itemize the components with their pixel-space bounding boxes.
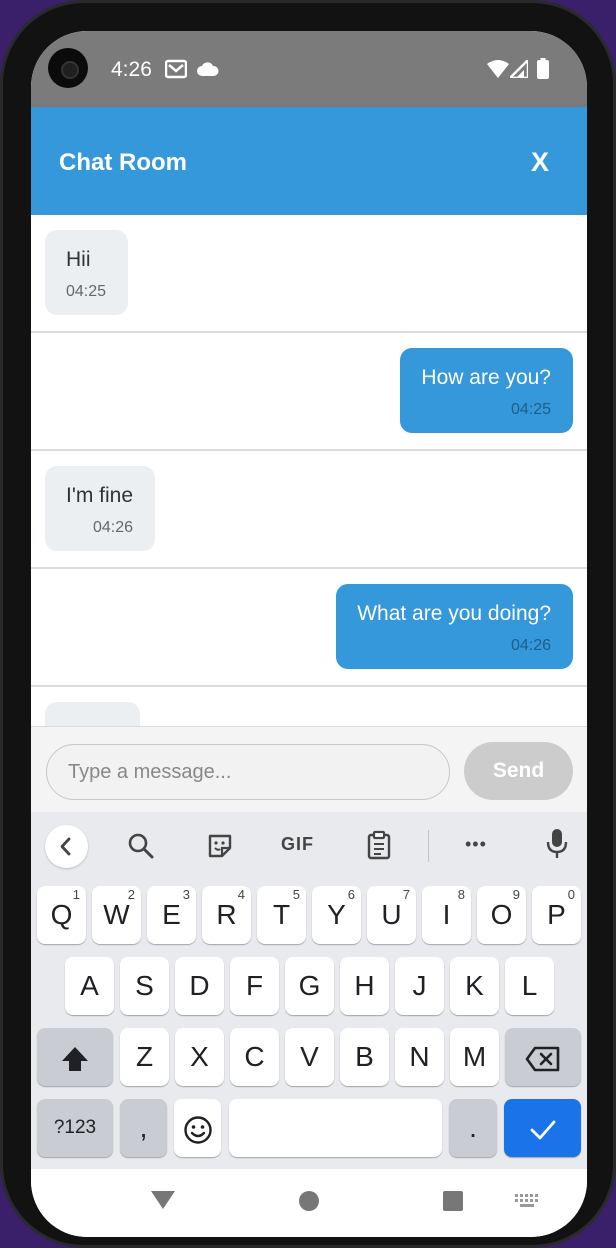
incoming-message-bubble[interactable]: I'm fine 04:26	[45, 466, 156, 551]
key-j[interactable]: J	[395, 957, 444, 1015]
gif-icon[interactable]: GIF	[281, 834, 314, 855]
message-row: I'm fine 04:26	[31, 451, 587, 569]
key-u[interactable]: U7	[367, 886, 416, 944]
message-time: 04:25	[510, 401, 551, 418]
more-icon[interactable]: •••	[465, 834, 487, 855]
app-header: Chat Room X	[31, 107, 587, 215]
keyboard-toolbar: GIF •••	[31, 812, 587, 880]
incoming-message-bubble[interactable]: Hii 04:25	[45, 230, 129, 315]
outgoing-message-bubble[interactable]: What are you doing? 04:26	[336, 584, 573, 669]
signal-icon	[506, 56, 530, 83]
message-input-bar: Send	[31, 726, 587, 812]
screen: 4:26 Chat Room X Hii 04:25 How are you? …	[31, 31, 587, 1237]
symbols-key[interactable]: ?123	[37, 1099, 113, 1157]
recents-square-icon[interactable]	[442, 1190, 464, 1217]
keyboard-switch-icon[interactable]	[514, 1193, 540, 1214]
message-list[interactable]: Hii 04:25 How are you? 04:25 I'm fine 04…	[31, 215, 587, 726]
soft-keyboard: GIF ••• Q 1 W 2 E 3 R 4 T 5 Y 6 U 7 I 8 …	[31, 812, 587, 1169]
page-title: Chat Room	[59, 149, 187, 176]
key-p[interactable]: P0	[532, 886, 581, 944]
gmail-icon	[164, 59, 188, 84]
cloud-icon	[197, 61, 219, 82]
key-x[interactable]: X	[175, 1028, 224, 1086]
back-triangle-icon[interactable]	[150, 1190, 176, 1215]
key-r[interactable]: R4	[202, 886, 251, 944]
space-key[interactable]	[229, 1099, 442, 1157]
key-n[interactable]: N	[395, 1028, 444, 1086]
enter-key[interactable]	[504, 1099, 581, 1157]
system-nav-bar	[31, 1169, 587, 1237]
key-y[interactable]: Y6	[312, 886, 361, 944]
key-v[interactable]: V	[285, 1028, 334, 1086]
period-key[interactable]: .	[449, 1099, 497, 1157]
message-text: I'm fine	[66, 484, 134, 507]
mic-icon[interactable]	[546, 828, 568, 865]
key-h[interactable]: H	[340, 957, 389, 1015]
close-button[interactable]: X	[531, 147, 549, 178]
message-row: Hii 04:25	[31, 215, 587, 333]
sticker-icon[interactable]	[206, 832, 234, 865]
toolbar-divider	[428, 830, 429, 862]
search-icon[interactable]	[127, 832, 155, 865]
key-d[interactable]: D	[175, 957, 224, 1015]
key-e[interactable]: E3	[147, 886, 196, 944]
key-s[interactable]: S	[120, 957, 169, 1015]
clipboard-icon[interactable]	[366, 830, 392, 865]
key-b[interactable]: B	[340, 1028, 389, 1086]
message-time: 04:26	[510, 637, 551, 654]
incoming-message-bubble-partial[interactable]	[45, 702, 140, 726]
key-k[interactable]: K	[450, 957, 499, 1015]
key-z[interactable]: Z	[120, 1028, 169, 1086]
shift-icon	[62, 1046, 88, 1071]
message-text: Hii	[66, 248, 91, 271]
key-q[interactable]: Q1	[37, 886, 86, 944]
message-row: What are you doing? 04:26	[31, 569, 587, 687]
message-text: How are you?	[421, 366, 551, 389]
key-l[interactable]: L	[505, 957, 554, 1015]
backspace-key[interactable]	[505, 1028, 581, 1086]
wifi-icon	[487, 60, 509, 83]
key-t[interactable]: T5	[257, 886, 306, 944]
key-w[interactable]: W2	[92, 886, 141, 944]
key-m[interactable]: M	[450, 1028, 499, 1086]
key-a[interactable]: A	[65, 957, 114, 1015]
backspace-icon	[525, 1046, 560, 1071]
message-time: 04:25	[66, 283, 107, 300]
shift-key[interactable]	[37, 1028, 113, 1086]
message-time: 04:26	[92, 519, 134, 536]
message-row-partial	[31, 687, 587, 726]
status-bar: 4:26	[31, 31, 587, 107]
key-i[interactable]: I8	[422, 886, 471, 944]
key-f[interactable]: F	[230, 957, 279, 1015]
key-o[interactable]: O9	[477, 886, 526, 944]
comma-key[interactable]: ,	[120, 1099, 167, 1157]
message-row: How are you? 04:25	[31, 333, 587, 451]
outgoing-message-bubble[interactable]: How are you? 04:25	[400, 348, 573, 433]
phone-frame: 4:26 Chat Room X Hii 04:25 How are you? …	[0, 0, 616, 1248]
emoji-key[interactable]	[174, 1099, 221, 1157]
check-icon	[530, 1120, 555, 1140]
front-camera	[48, 48, 88, 88]
key-c[interactable]: C	[230, 1028, 279, 1086]
emoji-icon	[183, 1115, 212, 1144]
message-text: What are you doing?	[357, 602, 551, 625]
back-icon[interactable]	[45, 825, 88, 868]
message-input[interactable]	[46, 744, 450, 800]
send-button[interactable]: Send	[464, 742, 573, 800]
battery-icon	[537, 58, 549, 84]
status-time: 4:26	[111, 58, 152, 81]
key-g[interactable]: G	[285, 957, 334, 1015]
home-circle-icon[interactable]	[298, 1190, 320, 1217]
